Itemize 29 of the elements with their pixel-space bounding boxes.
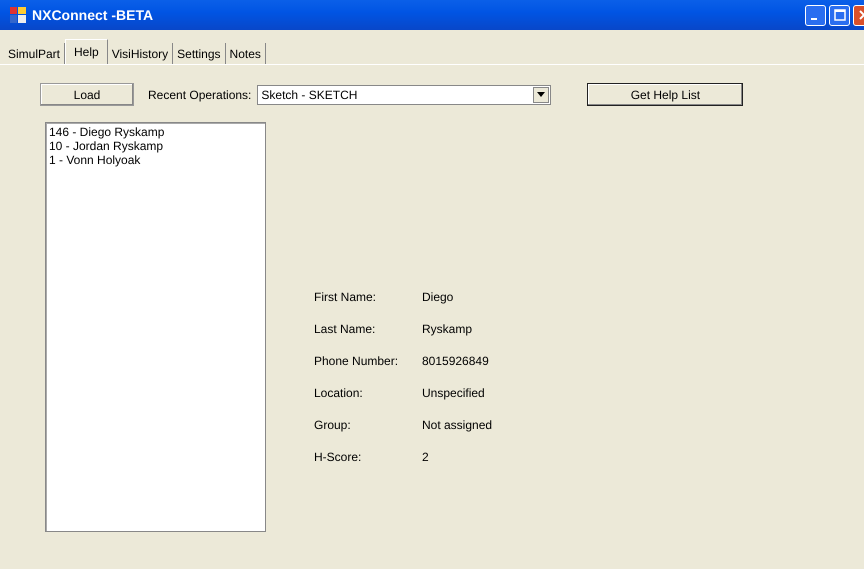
recent-operations-label: Recent Operations: <box>148 88 252 102</box>
field-label: H-Score: <box>314 450 362 464</box>
list-item[interactable]: 10 - Jordan Ryskamp <box>49 139 262 153</box>
field-value: Not assigned <box>422 418 492 432</box>
maximize-icon <box>834 9 846 21</box>
app-icon <box>10 7 26 23</box>
tab[interactable]: Help <box>65 39 108 64</box>
field-label: Phone Number: <box>314 354 400 368</box>
field-value: 8015926849 <box>422 354 490 368</box>
minimize-button[interactable] <box>805 4 826 26</box>
people-list[interactable]: 146 - Diego Ryskamp 10 - Jordan Ryskamp 1 - Vonn Holyoak <box>45 122 266 532</box>
load-button[interactable]: Load <box>40 83 134 106</box>
field-value: Diego <box>422 290 454 304</box>
get-help-list-button[interactable]: Get Help List <box>587 83 744 106</box>
window-title: NXConnect -BETA <box>32 7 154 23</box>
field-value: Ryskamp <box>422 322 474 336</box>
field-label: First Name: <box>314 290 378 304</box>
maximize-button[interactable] <box>829 4 850 26</box>
dropdown-arrow-button[interactable] <box>533 86 550 102</box>
field-label: Last Name: <box>314 322 376 336</box>
caret-icon <box>537 92 546 97</box>
recent-operations-dropdown[interactable]: Sketch - SKETCH <box>257 84 552 104</box>
field-value: Unspecified <box>422 386 486 400</box>
list-item[interactable]: 1 - Vonn Holyoak <box>49 153 262 167</box>
minimize-icon <box>811 18 817 20</box>
field-label: Location: <box>314 386 364 400</box>
field-value: 2 <box>422 450 430 464</box>
list-item[interactable]: 146 - Diego Ryskamp <box>49 125 262 139</box>
field-label: Group: <box>314 418 352 432</box>
